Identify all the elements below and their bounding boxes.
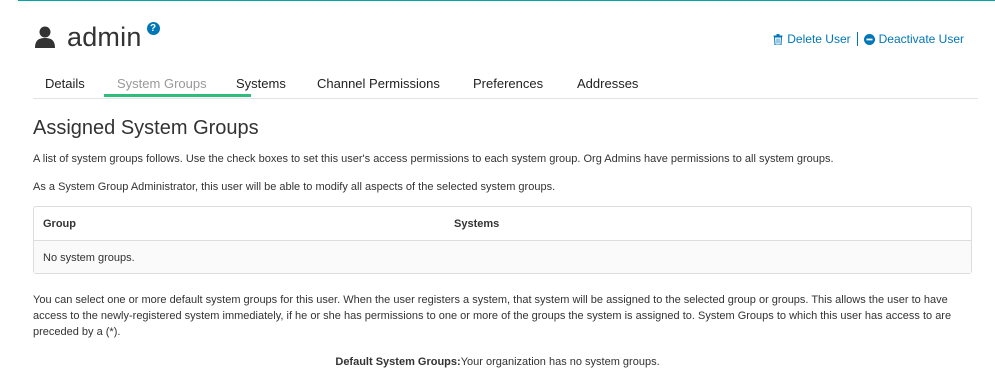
- system-groups-table: Group Systems No system groups.: [33, 206, 972, 274]
- tab-systems[interactable]: Systems: [236, 76, 286, 91]
- active-tab-indicator: [104, 94, 251, 97]
- tab-addresses[interactable]: Addresses: [577, 76, 638, 91]
- delete-user-button[interactable]: Delete User: [773, 32, 851, 46]
- column-header-group[interactable]: Group: [43, 218, 76, 230]
- question-circle-icon[interactable]: ?: [146, 21, 160, 35]
- deactivate-user-label: Deactivate User: [878, 32, 964, 46]
- default-groups-value: Your organization has no system groups.: [460, 356, 660, 368]
- delete-user-label: Delete User: [787, 32, 851, 46]
- default-system-groups: Default System Groups:Your organization …: [0, 356, 995, 368]
- user-icon: [35, 26, 55, 48]
- empty-table-message: No system groups.: [43, 252, 135, 264]
- deactivate-user-button[interactable]: Deactivate User: [863, 32, 964, 46]
- default-groups-info: You can select one or more default syste…: [33, 294, 952, 338]
- default-groups-label: Default System Groups:: [335, 356, 461, 368]
- table-row: No system groups.: [34, 241, 971, 273]
- table-header: Group Systems: [34, 207, 971, 241]
- page-header: admin ? Delete User Deactivate User: [33, 21, 978, 62]
- title-group: admin ?: [33, 21, 160, 52]
- user-actions: Delete User Deactivate User: [773, 32, 964, 46]
- trash-icon: [773, 33, 783, 45]
- top-divider: [18, 0, 995, 1]
- column-header-systems[interactable]: Systems: [454, 218, 499, 230]
- tab-bar: Details System Groups Systems Channel Pe…: [33, 70, 978, 99]
- tab-details[interactable]: Details: [45, 76, 85, 91]
- tab-preferences[interactable]: Preferences: [473, 76, 543, 91]
- tab-channel-permissions[interactable]: Channel Permissions: [317, 76, 440, 91]
- section-title: Assigned System Groups: [33, 117, 259, 139]
- page-title: admin: [67, 22, 142, 52]
- section-note: As a System Group Administrator, this us…: [33, 181, 556, 193]
- action-divider: [856, 32, 858, 46]
- tab-system-groups[interactable]: System Groups: [117, 76, 207, 91]
- section-description: A list of system groups follows. Use the…: [33, 153, 834, 165]
- minus-circle-icon: [863, 33, 875, 45]
